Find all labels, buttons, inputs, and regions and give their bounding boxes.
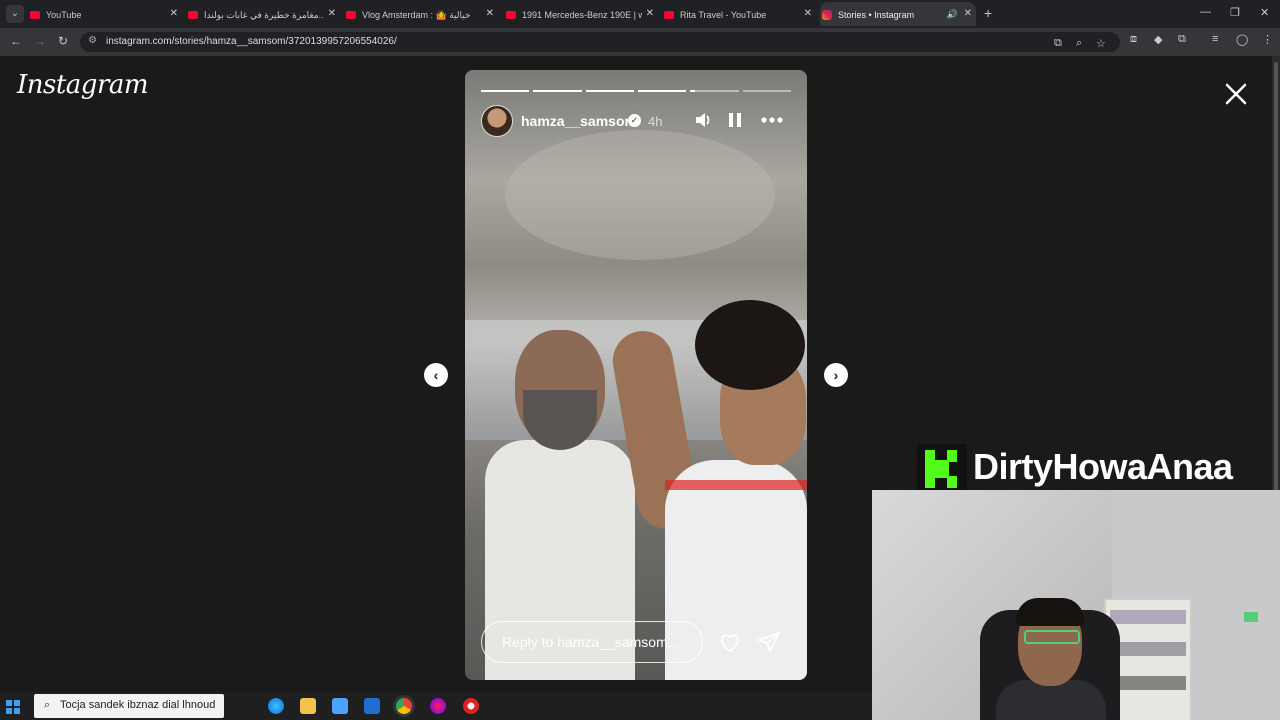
- next-story-button[interactable]: ›: [824, 363, 848, 387]
- edge-icon[interactable]: [268, 698, 284, 714]
- chrome-icon[interactable]: [396, 698, 412, 714]
- chevron-right-icon: ›: [833, 367, 839, 383]
- tab-youtube[interactable]: YouTube ✕: [28, 2, 182, 26]
- tab-vlog-amsterdam[interactable]: Vlog Amsterdam : 🤷 خيالية ✕: [344, 2, 498, 26]
- bookmark-star-icon[interactable]: ☆: [1096, 37, 1106, 50]
- taskbar-search-text: Tocja sandek ibznaz dial lhnoud: [60, 699, 216, 711]
- avatar[interactable]: [481, 105, 513, 137]
- address-bar[interactable]: ⚙ instagram.com/stories/hamza__samsom/37…: [80, 32, 1120, 52]
- webcam-person-body: [996, 680, 1106, 720]
- story-progress-segment: [742, 90, 791, 92]
- kick-logo-part: [925, 450, 935, 488]
- extensions-icon[interactable]: ⧉: [1178, 33, 1186, 46]
- forward-icon[interactable]: →: [34, 34, 46, 48]
- story-progress-fill: [481, 90, 530, 92]
- story-progress-fill: [585, 90, 634, 92]
- reply-placeholder: Reply to hamza__samsom...: [502, 634, 680, 650]
- kick-logo-part: [947, 476, 957, 488]
- instagram-logo[interactable]: Instagram: [17, 70, 149, 100]
- story-viewer[interactable]: hamza__samsom ✓ 4h Reply to hamza__samso…: [465, 70, 807, 680]
- story-progress-segment: [690, 90, 739, 92]
- story-timestamp: 4h: [648, 114, 663, 129]
- webcam-wall-sign: [1244, 612, 1258, 622]
- close-tab-icon[interactable]: ✕: [328, 2, 336, 26]
- more-options-icon[interactable]: [761, 117, 783, 123]
- close-tab-icon[interactable]: ✕: [804, 2, 812, 26]
- youtube-icon: [664, 10, 674, 19]
- story-progress-segment: [533, 90, 582, 92]
- close-tab-icon[interactable]: ✕: [964, 2, 972, 26]
- share-send-icon[interactable]: [757, 630, 781, 654]
- minimize-icon[interactable]: —: [1200, 6, 1211, 18]
- site-info-icon[interactable]: ⚙: [88, 35, 97, 46]
- story-progress-fill: [637, 90, 687, 92]
- tab-rita-travel[interactable]: Rita Travel - YouTube ✕: [662, 2, 816, 26]
- install-icon[interactable]: ⧉: [1054, 37, 1062, 50]
- windows-start-icon[interactable]: [6, 700, 20, 714]
- volume-icon[interactable]: [694, 111, 712, 129]
- shelf-item: [1110, 642, 1186, 656]
- browser-toolbar: ← → ↻ ⚙ instagram.com/stories/hamza__sam…: [0, 28, 1280, 56]
- shelf-item: [1110, 610, 1186, 624]
- webcam-glasses: [1024, 630, 1080, 644]
- store-icon[interactable]: [332, 698, 348, 714]
- media-controls-icon[interactable]: ≡: [1212, 33, 1218, 45]
- tab-search-button[interactable]: ⌄: [6, 5, 24, 23]
- story-progress-segment: [637, 90, 687, 92]
- obs-icon[interactable]: [463, 698, 479, 714]
- channel-name: DirtyHowaAnaa: [973, 446, 1233, 487]
- taskbar-search-box[interactable]: ⌕ Tocja sandek ibznaz dial lhnoud: [34, 694, 224, 718]
- menu-icon[interactable]: ⋮: [1262, 33, 1273, 46]
- messenger-icon[interactable]: [430, 698, 446, 714]
- close-window-icon[interactable]: ✕: [1260, 6, 1269, 19]
- kick-logo-part: [947, 450, 957, 462]
- story-image-stripe: [665, 480, 807, 490]
- new-tab-button[interactable]: +: [984, 5, 992, 21]
- youtube-icon: [506, 10, 516, 19]
- youtube-icon: [188, 10, 198, 19]
- youtube-icon: [346, 10, 356, 19]
- outlook-icon[interactable]: [364, 698, 380, 714]
- story-progress-segment: [481, 90, 530, 92]
- translate-icon[interactable]: ⧈: [1130, 33, 1137, 46]
- webcam-person-hair: [1016, 598, 1084, 626]
- close-tab-icon[interactable]: ✕: [646, 2, 654, 26]
- close-tab-icon[interactable]: ✕: [170, 2, 178, 26]
- youtube-icon: [30, 10, 40, 19]
- story-progress-fill: [690, 90, 696, 92]
- reload-icon[interactable]: ↻: [58, 34, 68, 48]
- search-icon: ⌕: [44, 699, 51, 711]
- file-explorer-icon[interactable]: [300, 698, 316, 714]
- previous-story-button[interactable]: ‹: [424, 363, 448, 387]
- tab-poland-video[interactable]: مغامرة خطيرة في غابات بولندا... ✕: [186, 2, 340, 26]
- shelf-item: [1110, 676, 1186, 690]
- reply-input[interactable]: Reply to hamza__samsom...: [481, 621, 703, 663]
- kick-logo-icon: [917, 444, 967, 494]
- tab-mercedes[interactable]: 1991 Mercedes-Benz 190E | wa ✕: [504, 2, 658, 26]
- story-image-hair: [695, 300, 805, 390]
- instagram-icon: [822, 9, 832, 20]
- story-progress-fill: [533, 90, 582, 92]
- like-heart-icon[interactable]: [718, 630, 742, 654]
- tab-strip: ⌄ YouTube ✕ مغامرة خطيرة في غابات بولندا…: [0, 0, 1280, 28]
- story-image-ceiling: [505, 130, 775, 260]
- verified-badge-icon: ✓: [628, 114, 641, 127]
- extension-diamond-icon[interactable]: ◆: [1154, 33, 1162, 46]
- webcam-feed: [872, 490, 1280, 720]
- story-progress-segment: [585, 90, 634, 92]
- speaker-icon[interactable]: 🔊: [947, 2, 958, 26]
- chevron-left-icon: ‹: [433, 367, 439, 383]
- story-username[interactable]: hamza__samsom: [521, 113, 637, 129]
- close-icon[interactable]: [1222, 80, 1250, 108]
- pause-icon[interactable]: [728, 112, 742, 128]
- story-progress-bar: [481, 90, 791, 92]
- tab-instagram-stories[interactable]: Stories • Instagram 🔊 ✕: [820, 2, 976, 26]
- restore-icon[interactable]: ❐: [1230, 6, 1240, 19]
- url-text[interactable]: instagram.com/stories/hamza__samsom/3720…: [106, 36, 397, 47]
- close-tab-icon[interactable]: ✕: [486, 2, 494, 26]
- zoom-icon[interactable]: ⌕: [1076, 37, 1082, 50]
- profile-icon[interactable]: ◯: [1236, 33, 1248, 46]
- back-icon[interactable]: ←: [10, 34, 22, 48]
